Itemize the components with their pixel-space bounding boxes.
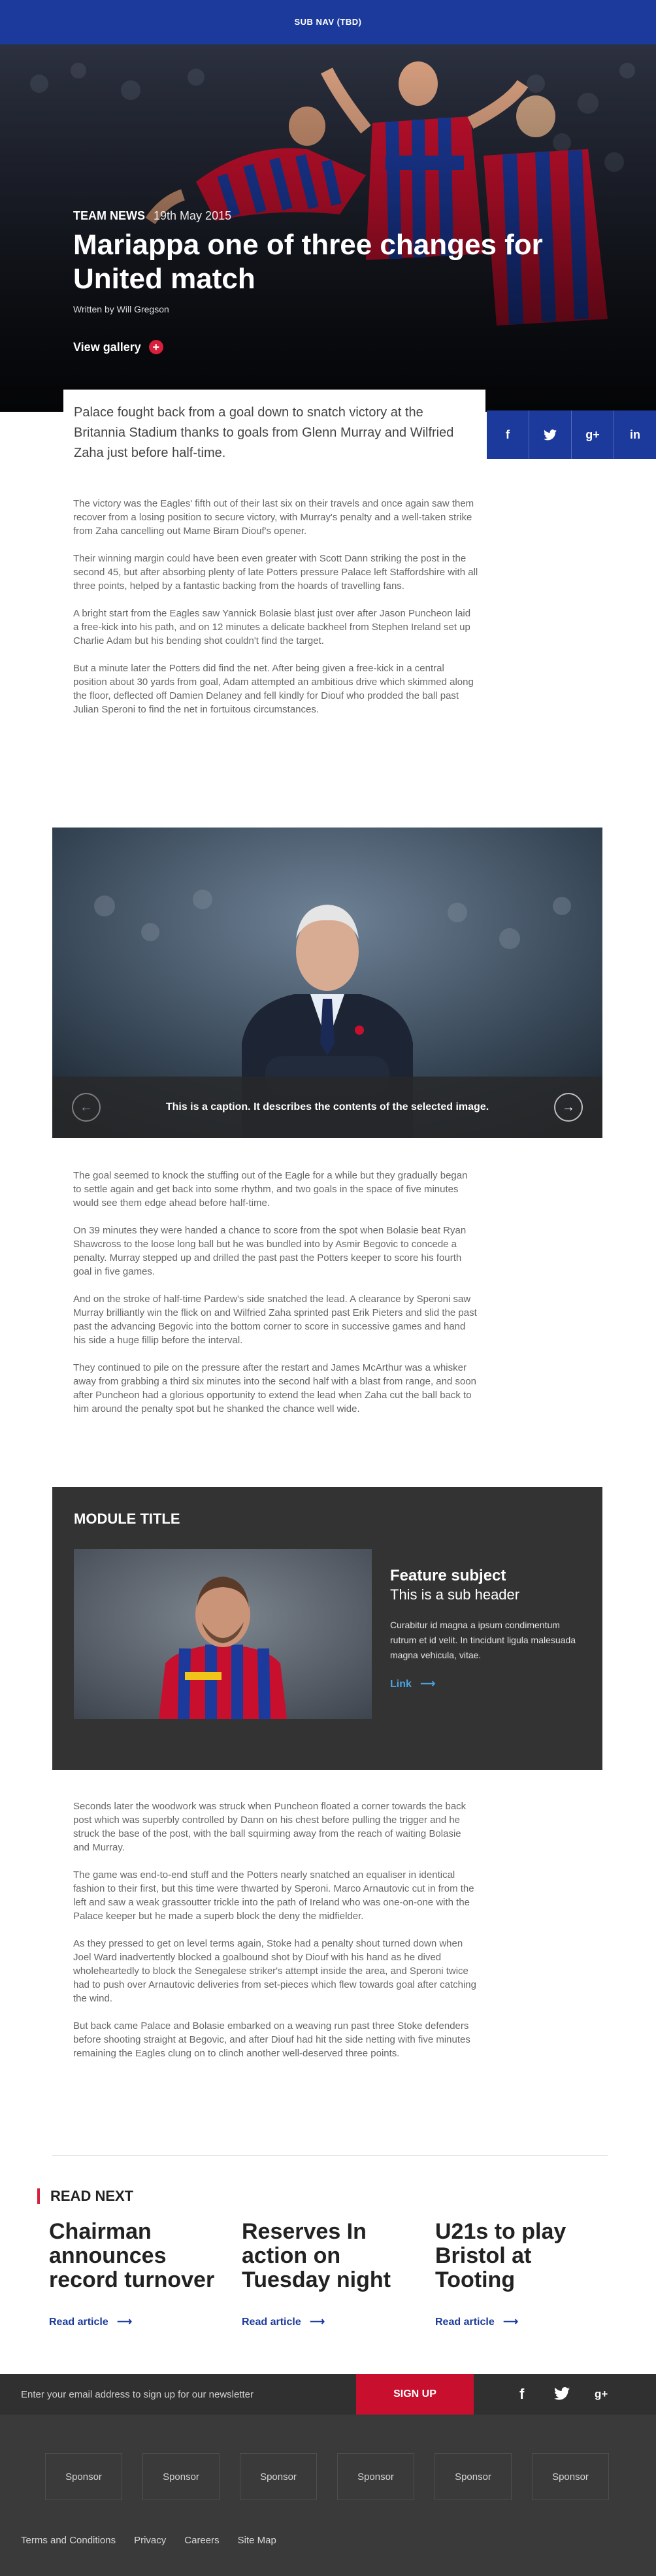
feature-text: Feature subject This is a sub header Cur… xyxy=(390,1567,580,1690)
article-paragraph: On 39 minutes they were handed a chance … xyxy=(73,1225,467,1277)
article-headline: Mariappa one of three changes for United… xyxy=(73,229,543,295)
feature-link[interactable]: Link ⟶ xyxy=(390,1677,435,1690)
read-article-label: Read article xyxy=(435,2317,495,2328)
article-paragraph: As they pressed to get on level terms ag… xyxy=(73,1938,476,2004)
linkedin-icon: in xyxy=(630,427,640,441)
footer-link-site-map[interactable]: Site Map xyxy=(238,2535,276,2546)
feature-link-label: Link xyxy=(390,1679,412,1690)
footer-links: Terms and Conditions Privacy Careers Sit… xyxy=(21,2535,276,2546)
arrow-right-icon: ⟶ xyxy=(414,1679,436,1690)
gallery-caption: This is a caption. It describes the cont… xyxy=(165,1101,489,1112)
read-next-heading: READ NEXT xyxy=(37,2188,133,2204)
article-paragraph: And on the stroke of half-time Pardew's … xyxy=(73,1294,477,1346)
newsletter-email-input[interactable] xyxy=(21,2382,348,2407)
read-article-label: Read article xyxy=(49,2317,108,2328)
read-next-title[interactable]: Chairman announces record turnover xyxy=(49,2220,225,2292)
facebook-icon[interactable]: f xyxy=(519,2386,524,2403)
article-paragraph: But back came Palace and Bolasie embarke… xyxy=(73,2020,470,2059)
feature-description: Curabitur id magna a ipsum condimentum r… xyxy=(390,1620,576,1660)
article-date: 19th May 2015 xyxy=(154,209,232,222)
feature-photo[interactable] xyxy=(74,1549,372,1719)
article-body-section-3: Seconds later the woodwork was struck wh… xyxy=(73,1799,478,2074)
sponsor-logo[interactable]: Sponsor xyxy=(240,2453,317,2500)
article-paragraph: Their winning margin could have been eve… xyxy=(73,553,478,592)
footer-link-careers[interactable]: Careers xyxy=(184,2535,219,2546)
article-byline: Written by Will Gregson xyxy=(73,304,169,314)
view-gallery-button[interactable]: View gallery + xyxy=(73,340,163,354)
footer-link-terms[interactable]: Terms and Conditions xyxy=(21,2535,116,2546)
facebook-icon: f xyxy=(506,427,510,441)
read-next-card[interactable]: U21s to play Bristol at Tooting Read art… xyxy=(435,2220,612,2328)
twitter-icon xyxy=(544,429,557,440)
read-article-link[interactable]: Read article ⟶ xyxy=(49,2315,132,2328)
article-paragraph: A bright start from the Eagles saw Yanni… xyxy=(73,608,471,646)
read-article-link[interactable]: Read article ⟶ xyxy=(242,2315,325,2328)
arrow-right-icon: ⟶ xyxy=(111,2317,132,2328)
share-facebook-button[interactable]: f xyxy=(487,410,529,459)
feature-module: MODULE TITLE Feature subject This is a s… xyxy=(52,1487,602,1770)
article-paragraph: But a minute later the Potters did find … xyxy=(73,663,474,715)
read-next-card[interactable]: Chairman announces record turnover Read … xyxy=(49,2220,225,2328)
sign-up-button[interactable]: SIGN UP xyxy=(356,2374,474,2415)
feature-subheader: This is a sub header xyxy=(390,1586,520,1603)
arrow-right-icon: ⟶ xyxy=(497,2317,518,2328)
section-divider xyxy=(52,2155,608,2156)
sponsor-logo[interactable]: Sponsor xyxy=(532,2453,609,2500)
article-intro: Palace fought back from a goal down to s… xyxy=(74,405,454,460)
article-paragraph: The goal seemed to knock the stuffing ou… xyxy=(73,1170,468,1209)
intro-box: Palace fought back from a goal down to s… xyxy=(63,390,485,481)
sponsor-logo[interactable]: Sponsor xyxy=(45,2453,122,2500)
share-bar: f g+ in xyxy=(487,410,656,459)
article-body-section-2: The goal seemed to knock the stuffing ou… xyxy=(73,1169,478,1430)
read-next-title[interactable]: U21s to play Bristol at Tooting xyxy=(435,2220,612,2292)
article-body-section-1: The victory was the Eagles' fifth out of… xyxy=(73,497,478,730)
share-twitter-button[interactable] xyxy=(529,410,572,459)
sponsor-logo[interactable]: Sponsor xyxy=(337,2453,414,2500)
read-article-label: Read article xyxy=(242,2317,301,2328)
gallery-next-button[interactable]: → xyxy=(554,1093,583,1122)
arrow-right-icon: ⟶ xyxy=(304,2317,325,2328)
site-footer: Sponsor Sponsor Sponsor Sponsor Sponsor … xyxy=(0,2415,656,2576)
google-plus-icon[interactable]: g+ xyxy=(595,2388,608,2401)
sponsor-logo[interactable]: Sponsor xyxy=(142,2453,220,2500)
share-google-plus-button[interactable]: g+ xyxy=(572,410,614,459)
gallery-caption-bar: ← This is a caption. It describes the co… xyxy=(52,1077,602,1138)
hero-content: TEAM NEWS 19th May 2015 Mariappa one of … xyxy=(73,209,570,354)
read-next-card[interactable]: Reserves In action on Tuesday night Read… xyxy=(242,2220,418,2328)
article-paragraph: The victory was the Eagles' fifth out of… xyxy=(73,498,474,537)
hero-banner: TEAM NEWS 19th May 2015 Mariappa one of … xyxy=(0,44,656,412)
arrow-left-icon: ← xyxy=(80,1099,93,1114)
article-paragraph: Seconds later the woodwork was struck wh… xyxy=(73,1801,467,1853)
article-category[interactable]: TEAM NEWS xyxy=(73,209,145,222)
image-gallery[interactable]: ← This is a caption. It describes the co… xyxy=(52,828,602,1138)
article-kicker: TEAM NEWS 19th May 2015 xyxy=(73,209,570,223)
article-paragraph: The game was end-to-end stuff and the Po… xyxy=(73,1869,474,1922)
gallery-prev-button[interactable]: ← xyxy=(72,1093,101,1122)
article-paragraph: They continued to pile on the pressure a… xyxy=(73,1362,476,1414)
read-next-title[interactable]: Reserves In action on Tuesday night xyxy=(242,2220,418,2292)
share-linkedin-button[interactable]: in xyxy=(614,410,656,459)
feature-subject: Feature subject xyxy=(390,1567,506,1584)
google-plus-icon: g+ xyxy=(585,427,600,441)
read-article-link[interactable]: Read article ⟶ xyxy=(435,2315,518,2328)
twitter-icon[interactable] xyxy=(554,2387,570,2404)
footer-link-privacy[interactable]: Privacy xyxy=(134,2535,166,2546)
newsletter-bar: SIGN UP f g+ xyxy=(0,2374,656,2415)
view-gallery-label: View gallery xyxy=(73,340,141,354)
player-portrait xyxy=(74,1549,372,1719)
sub-nav[interactable]: SUB NAV (TBD) xyxy=(0,0,656,44)
sponsor-logo[interactable]: Sponsor xyxy=(435,2453,512,2500)
arrow-right-icon: → xyxy=(562,1099,575,1114)
plus-icon: + xyxy=(148,340,163,354)
module-title: MODULE TITLE xyxy=(74,1511,180,1527)
